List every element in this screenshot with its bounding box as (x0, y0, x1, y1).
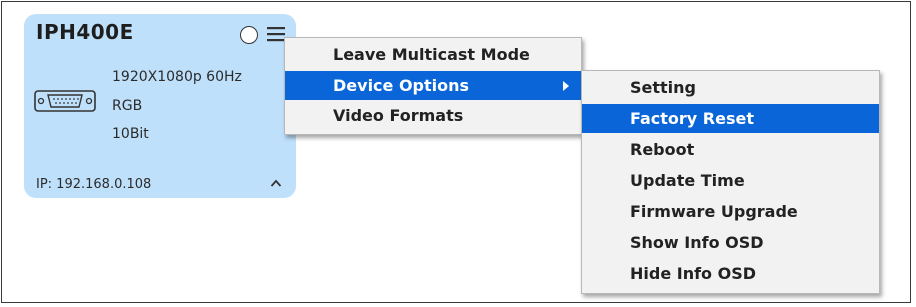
vga-port-icon (34, 90, 96, 112)
hamburger-menu-icon[interactable] (266, 24, 286, 44)
status-circle-icon[interactable] (240, 26, 258, 44)
resolution-text: 1920X1080p 60Hz (112, 69, 242, 85)
submenu-item-hide-info-osd[interactable]: Hide Info OSD (582, 259, 879, 288)
menu-item-device-options[interactable]: Device Options (285, 71, 581, 100)
submenu-item-show-info-osd[interactable]: Show Info OSD (582, 228, 879, 257)
submenu-arrow-icon (563, 81, 569, 91)
submenu-item-reboot[interactable]: Reboot (582, 135, 879, 164)
device-card[interactable]: IPH400E 1920X1080p 60Hz RGB 10Bit IP: 19… (24, 14, 296, 198)
chevron-up-icon[interactable] (270, 178, 282, 188)
submenu-item-setting[interactable]: Setting (582, 73, 879, 102)
device-name: IPH400E (36, 20, 134, 44)
bit-depth-text: 10Bit (112, 126, 149, 142)
submenu-item-factory-reset[interactable]: Factory Reset (582, 104, 879, 133)
ip-address-text: IP: 192.168.0.108 (36, 177, 152, 192)
submenu-item-update-time[interactable]: Update Time (582, 166, 879, 195)
menu-item-label: Device Options (333, 76, 470, 95)
device-options-submenu: Setting Factory Reset Reboot Update Time… (581, 70, 880, 294)
menu-item-leave-multicast[interactable]: Leave Multicast Mode (285, 40, 581, 69)
context-menu: Leave Multicast Mode Device Options Vide… (284, 37, 582, 135)
menu-item-video-formats[interactable]: Video Formats (285, 101, 581, 130)
submenu-item-firmware-upgrade[interactable]: Firmware Upgrade (582, 197, 879, 226)
color-format-text: RGB (112, 98, 143, 114)
